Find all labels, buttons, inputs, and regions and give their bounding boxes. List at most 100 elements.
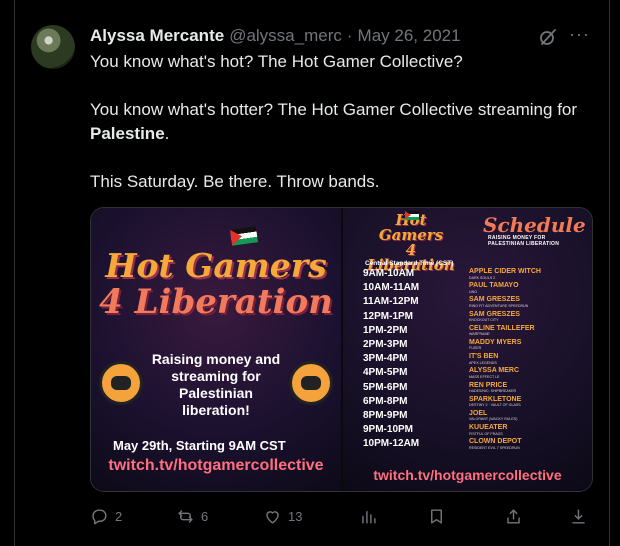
share-button[interactable]: [504, 507, 523, 526]
streamer-game: FISTFUL OF FRAGS: [469, 431, 503, 436]
author-handle[interactable]: @alyssa_merc: [229, 26, 342, 46]
tweet-text: You know what's hot? The Hot Gamer Colle…: [90, 50, 590, 194]
streamer-name: SAM GRESZES: [469, 296, 520, 304]
tweet-header: Alyssa Mercante @alyssa_merc · May 26, 2…: [90, 25, 461, 47]
grok-icon[interactable]: [538, 27, 558, 47]
palestine-flag-icon: [230, 226, 258, 246]
schedule-row: 5PM-6PM REN PRICE HADES/NIC: SHIPBREAKER: [363, 382, 589, 396]
tweet-line: This Saturday. Be there. Throw bands.: [90, 172, 380, 191]
schedule-streamer: MADDY MYERS FUSER: [469, 339, 589, 351]
streamer-game: RESIDENT EVIL 7 SPEEDRUN: [469, 445, 520, 450]
schedule-list: 9AM-10AM APPLE CIDER WITCH DARK SOULS 2 10A…: [363, 268, 589, 452]
reply-button[interactable]: 2: [90, 507, 122, 526]
schedule-row: 10PM-12AM CLOWN DEPOT RESIDENT EVIL 7 SPEE…: [363, 438, 589, 452]
streamer-game: FUSER: [469, 346, 482, 351]
schedule-streamer: ALYSSA MERC MASS EFFECT LE: [469, 367, 589, 379]
streamer-name: CELINE TAILLEFER: [469, 324, 535, 332]
schedule-time: 2PM-3PM: [363, 338, 408, 350]
streamer-name: SPARKLETONE: [469, 395, 522, 403]
streamer-name: KUUEATER: [469, 424, 508, 432]
raising-text: Raising money and streaming for Palestin…: [151, 351, 281, 418]
views-button[interactable]: [359, 507, 378, 526]
download-button[interactable]: [569, 507, 588, 526]
event-date-text: May 29th, Starting 9AM CST: [113, 438, 286, 453]
schedule-subtitle: RAISING MONEY FOR PALESTINIAN LIBERATION: [488, 235, 560, 247]
schedule-streamer: SAM GRESZES RING FIT ADVENTURE SPEEDRUN: [469, 296, 589, 308]
tweet-line: You know what's hot? The Hot Gamer Colle…: [90, 52, 463, 71]
schedule-row: 8PM-9PM JOEL VALORANT (WACKY RULES): [363, 410, 589, 424]
tweet-date[interactable]: May 26, 2021: [358, 26, 461, 46]
reply-icon: [92, 509, 107, 525]
streamer-name: APPLE CIDER WITCH: [469, 268, 541, 275]
schedule-streamer: CLOWN DEPOT RESIDENT EVIL 7 SPEEDRUN: [469, 438, 589, 450]
schedule-streamer: CELINE TAILLEFER WARFRAME: [469, 325, 589, 337]
schedule-streamer: JOEL VALORANT (WACKY RULES): [469, 410, 589, 422]
retweet-button[interactable]: 6: [176, 507, 208, 526]
streamer-game: KNOCKOUT CITY: [469, 318, 499, 323]
avatar[interactable]: [31, 25, 75, 69]
schedule-row: 9PM-10PM KUUEATER FISTFUL OF FRAGS: [363, 424, 589, 438]
like-button[interactable]: 13: [263, 507, 302, 526]
bookmark-button[interactable]: [427, 507, 446, 526]
retweet-count: 6: [201, 509, 209, 524]
schedule-time: 8PM-9PM: [363, 409, 408, 421]
twitch-url-right: twitch.tv/hotgamercollective: [373, 467, 562, 483]
event-logo: Hot Gamers 4 Liberation: [99, 246, 333, 322]
mascot-icon: [289, 361, 333, 405]
schedule-time: 10AM-11AM: [363, 282, 420, 294]
retweet-icon: [178, 510, 193, 523]
streamer-game: WARFRAME: [469, 332, 490, 337]
palestine-flag-icon: [405, 211, 419, 220]
tweet-line: You know what's hotter? The Hot Gamer Co…: [90, 100, 578, 143]
schedule-row: 2PM-3PM MADDY MYERS FUSER: [363, 339, 589, 353]
streamer-game: VALORANT (WACKY RULES): [469, 417, 518, 422]
heart-icon: [266, 511, 279, 524]
reply-count: 2: [115, 509, 123, 524]
schedule-time: 12PM-1PM: [363, 310, 414, 322]
author-name[interactable]: Alyssa Mercante: [90, 26, 224, 46]
streamer-name: ALYSSA MERC: [469, 367, 520, 375]
schedule-row: 10AM-11AM PAUL TAMAYO UNO: [363, 282, 589, 296]
timeline-border-right: [609, 0, 610, 546]
tweet-media[interactable]: Hot Gamers 4 Liberation Raising money an…: [90, 207, 593, 492]
streamer-name: CLOWN DEPOT: [469, 438, 522, 446]
streamer-game: MASS EFFECT LE: [469, 374, 500, 379]
schedule-time: 3PM-4PM: [363, 353, 408, 365]
streamer-game: RING FIT ADVENTURE SPEEDRUN: [469, 303, 529, 308]
like-count: 13: [288, 509, 303, 524]
schedule-streamer: IT'S BEN APEX LEGENDS: [469, 353, 589, 365]
action-bar: 2 6 13: [90, 507, 595, 529]
streamer-name: SAM GRESZES: [469, 310, 520, 318]
schedule-row: 11AM-12PM SAM GRESZES RING FIT ADVENTURE S…: [363, 296, 589, 310]
hashtag-palestine: Palestine: [90, 124, 165, 143]
twitch-url-left: twitch.tv/hotgamercollective: [108, 457, 324, 474]
streamer-game: DESTINY 2 · VAULT OF GLASS: [469, 403, 521, 408]
schedule-time: 5PM-6PM: [363, 381, 408, 393]
schedule-row: 1PM-2PM CELINE TAILLEFER WARFRAME: [363, 325, 589, 339]
timezone-label: Central Standard Time (CST): [365, 260, 454, 267]
mascot-icon: [99, 361, 143, 405]
schedule-row: 9AM-10AM APPLE CIDER WITCH DARK SOULS 2: [363, 268, 589, 282]
media-image-right[interactable]: Hot Gamers 4 Liberation Schedule RAISING…: [343, 208, 592, 491]
streamer-game: DARK SOULS 2: [469, 275, 496, 280]
schedule-row: 6PM-8PM SPARKLETONE DESTINY 2 · VAULT OF G…: [363, 396, 589, 410]
schedule-time: 11AM-12PM: [363, 296, 419, 308]
streamer-game: UNO: [469, 289, 477, 294]
streamer-name: IT'S BEN: [469, 353, 499, 361]
header-separator: ·: [346, 26, 353, 45]
media-image-left[interactable]: Hot Gamers 4 Liberation Raising money an…: [91, 208, 341, 491]
schedule-row: 4PM-5PM ALYSSA MERC MASS EFFECT LE: [363, 367, 589, 381]
more-options-icon[interactable]: ···: [569, 24, 590, 45]
schedule-time: 9PM-10PM: [363, 424, 414, 436]
schedule-streamer: SAM GRESZES KNOCKOUT CITY: [469, 311, 589, 323]
schedule-title: Schedule: [483, 213, 586, 237]
timeline-border-left: [14, 0, 15, 546]
bookmark-icon: [431, 509, 442, 524]
schedule-time: 10PM-12AM: [363, 438, 420, 450]
schedule-streamer: KUUEATER FISTFUL OF FRAGS: [469, 424, 589, 436]
streamer-name: JOEL: [469, 409, 488, 417]
streamer-game: HADES/NIC: SHIPBREAKER: [469, 389, 517, 393]
schedule-time: 6PM-8PM: [363, 395, 408, 407]
schedule-time: 1PM-2PM: [363, 324, 408, 336]
schedule-streamer: SPARKLETONE DESTINY 2 · VAULT OF GLASS: [469, 396, 589, 408]
